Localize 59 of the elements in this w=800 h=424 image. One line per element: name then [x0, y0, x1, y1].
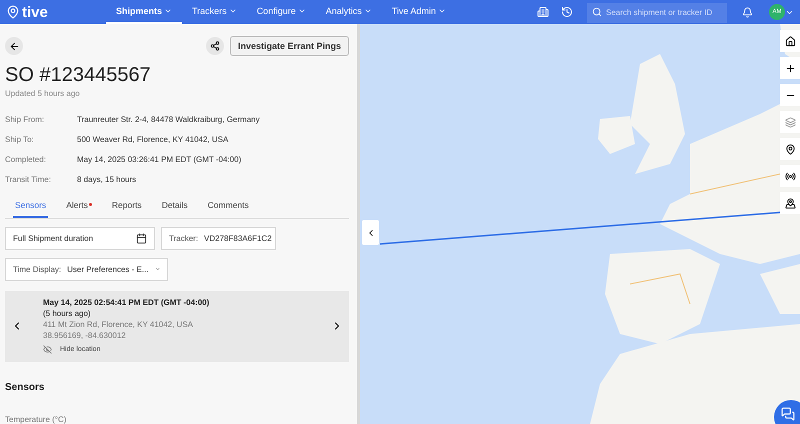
history-icon[interactable]	[561, 6, 573, 18]
share-button[interactable]	[206, 37, 224, 55]
signal-button[interactable]	[780, 165, 800, 187]
caret-icon	[364, 7, 372, 15]
detail-label: Ship From:	[5, 115, 46, 124]
caret-icon	[164, 7, 172, 15]
detail-value: Traunreuter Str. 2-4, 84478 Waldkraiburg, Germany	[77, 115, 260, 124]
arrow-left-icon	[8, 40, 20, 52]
time-display-select[interactable]: Time Display: User Preferences - E...	[5, 258, 168, 281]
tracker-field[interactable]: Tracker: VD278F83A6F1C2	[161, 226, 276, 250]
home-button[interactable]	[780, 30, 800, 52]
detail-label: Ship To:	[5, 135, 35, 144]
share-icon	[210, 41, 220, 51]
detail-value: 500 Weaver Rd, Florence, KY 41042, USA	[77, 135, 228, 144]
sensor-label: Temperature (°C)	[5, 414, 68, 424]
location-time: May 14, 2025 02:54:41 PM EDT (GMT -04:00)	[43, 298, 210, 308]
location-coordinates: 38.956169, -84.630012	[43, 331, 127, 340]
plus-icon	[784, 62, 796, 74]
chat-icon	[781, 407, 795, 421]
logo-icon	[6, 5, 20, 19]
nav-menu[interactable]: Configure	[246, 0, 316, 24]
bell-icon[interactable]	[742, 6, 752, 18]
nav-menu[interactable]: Tive Admin	[382, 0, 456, 24]
tab[interactable]: Sensors	[13, 194, 48, 218]
building-icon[interactable]	[537, 6, 549, 18]
pin-settings-button[interactable]	[780, 192, 800, 214]
tab[interactable]: Reports	[110, 194, 144, 218]
duration-picker[interactable]: Full Shipment duration	[5, 226, 155, 250]
time-ago: (5 hours ago)	[43, 309, 92, 318]
layers-icon	[784, 116, 796, 128]
detail-value: 8 days, 15 hours	[77, 175, 136, 184]
tab[interactable]: Comments	[206, 194, 251, 218]
investigate-button[interactable]: Investigate Errant Pings	[230, 36, 349, 56]
tab[interactable]: Details	[160, 194, 190, 218]
signal-icon	[784, 170, 796, 182]
tab[interactable]: Alerts	[64, 194, 94, 218]
nav-menu[interactable]: Trackers	[182, 0, 247, 24]
back-button[interactable]	[5, 37, 23, 55]
calendar-icon	[136, 232, 147, 244]
detail-label: Transit Time:	[5, 175, 52, 184]
nav-menu[interactable]: Analytics	[316, 0, 382, 24]
detail-label: Completed:	[5, 155, 47, 164]
detail-value: May 14, 2025 03:26:41 PM EDT (GMT -04:00)	[77, 155, 242, 164]
pin-icon	[784, 198, 796, 208]
pin-icon	[784, 144, 796, 154]
pin-button[interactable]	[780, 138, 800, 160]
eye-off-icon	[43, 345, 52, 354]
zoom-in-button[interactable]	[780, 57, 800, 79]
location-address: 411 Mt Zion Rd, Florence, KY 41042, USA	[43, 320, 194, 330]
home-icon	[784, 36, 796, 46]
logo[interactable]: tive	[22, 4, 48, 20]
caret-icon	[438, 7, 446, 15]
caret-icon	[298, 7, 306, 15]
updated-text: Updated 5 hours ago	[5, 89, 81, 98]
search-icon	[592, 7, 602, 17]
layers-button[interactable]	[780, 111, 800, 133]
shipment-title: SO #123445567	[5, 64, 152, 87]
section-title: Sensors	[5, 382, 46, 393]
caret-icon	[228, 7, 237, 15]
